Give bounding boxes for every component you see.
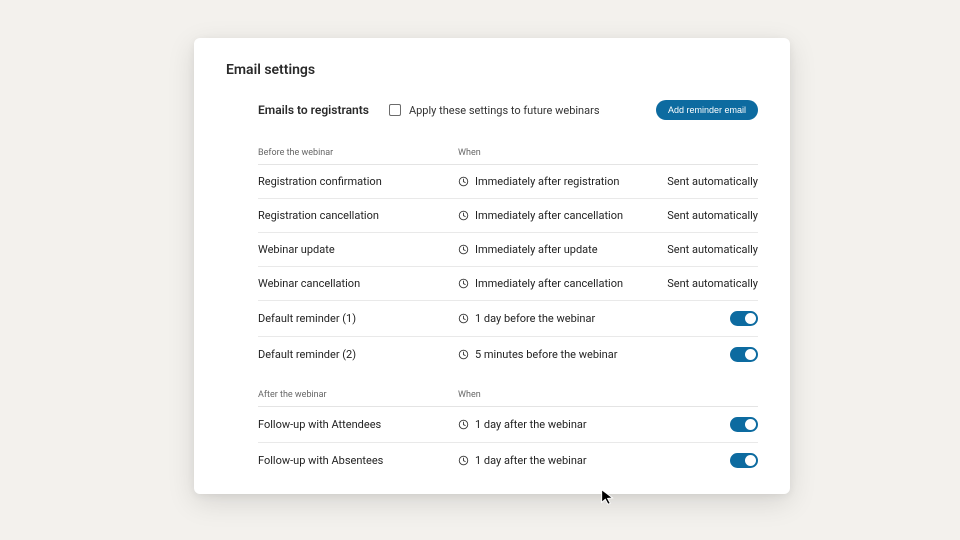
clock-icon [458,455,469,466]
table-row: Default reminder (1) 1 day before the web… [258,301,758,337]
toggle-switch[interactable] [730,417,758,432]
apply-future-label: Apply these settings to future webinars [409,104,600,117]
row-when: Immediately after registration [458,175,638,188]
settings-card: Email settings Emails to registrants App… [194,38,790,494]
row-name: Default reminder (1) [258,312,458,325]
clock-icon [458,176,469,187]
row-when-text: Immediately after cancellation [475,209,623,222]
toggle-switch[interactable] [730,311,758,326]
table-row: Webinar update Immediately after update Se… [258,233,758,267]
row-when-text: 1 day before the webinar [475,312,595,325]
row-when: Immediately after update [458,243,638,256]
table-row: Registration confirmation Immediately aft… [258,165,758,199]
subtitle: Emails to registrants [258,103,369,117]
clock-icon [458,349,469,360]
row-when: 1 day after the webinar [458,454,638,467]
row-name: Webinar cancellation [258,277,458,290]
toggle-switch[interactable] [730,453,758,468]
row-action-text: Sent automatically [638,175,758,188]
row-when: 1 day before the webinar [458,312,638,325]
toggle-switch[interactable] [730,347,758,362]
table-row: Webinar cancellation Immediately after ca… [258,267,758,301]
row-when: 1 day after the webinar [458,418,638,431]
table-row: Follow-up with Absentees 1 day after the … [258,443,758,478]
row-name: Registration confirmation [258,175,458,188]
section-head-left: After the webinar [258,390,458,400]
subheader-row: Emails to registrants Apply these settin… [258,100,758,120]
row-when: Immediately after cancellation [458,277,638,290]
row-when-text: Immediately after cancellation [475,277,623,290]
section-head-mid: When [458,390,638,400]
section-head-before: Before the webinar When [258,138,758,165]
row-when-text: 1 day after the webinar [475,418,587,431]
row-name: Registration cancellation [258,209,458,222]
clock-icon [458,210,469,221]
section-head-mid: When [458,148,638,158]
add-reminder-button[interactable]: Add reminder email [656,100,758,120]
apply-future-checkbox[interactable] [389,104,401,116]
row-name: Webinar update [258,243,458,256]
clock-icon [458,419,469,430]
clock-icon [458,244,469,255]
table-row: Follow-up with Attendees 1 day after the … [258,407,758,443]
table-row: Default reminder (2) 5 minutes before the… [258,337,758,372]
row-name: Default reminder (2) [258,348,458,361]
row-name: Follow-up with Attendees [258,418,458,431]
table-row: Registration cancellation Immediately aft… [258,199,758,233]
row-when: 5 minutes before the webinar [458,348,638,361]
row-action-text: Sent automatically [638,243,758,256]
section-head-left: Before the webinar [258,148,458,158]
row-when-text: 1 day after the webinar [475,454,587,467]
row-when-text: 5 minutes before the webinar [475,348,617,361]
row-name: Follow-up with Absentees [258,454,458,467]
section-head-after: After the webinar When [258,372,758,407]
clock-icon [458,313,469,324]
row-action-text: Sent automatically [638,209,758,222]
clock-icon [458,278,469,289]
row-when-text: Immediately after registration [475,175,619,188]
row-action-text: Sent automatically [638,277,758,290]
row-when: Immediately after cancellation [458,209,638,222]
row-when-text: Immediately after update [475,243,598,256]
emails-table: Before the webinar When Registration con… [258,138,758,478]
page-title: Email settings [226,62,758,78]
